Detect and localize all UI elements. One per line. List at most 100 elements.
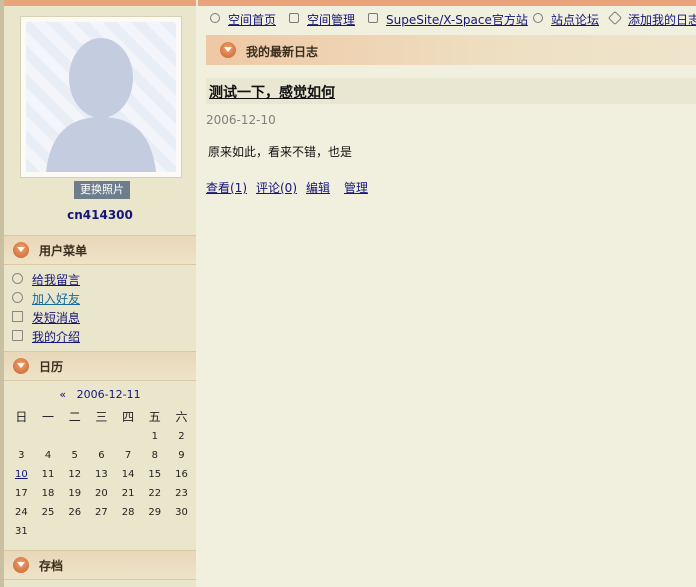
latest-blog-header: 我的最新日志 bbox=[206, 35, 696, 65]
calendar-header: 日历 bbox=[4, 351, 196, 381]
calendar-day: 7 bbox=[124, 450, 132, 461]
comment-link[interactable]: 评论(0) bbox=[256, 179, 297, 196]
top-navigation: 空间首页 空间管理 SupeSite/X-Space官方站 站点论坛 添加我的日… bbox=[198, 0, 696, 32]
avatar-frame bbox=[20, 16, 182, 178]
calendar-day: 6 bbox=[98, 450, 105, 461]
calendar-day: 26 bbox=[68, 507, 82, 518]
calendar-day: 31 bbox=[14, 526, 28, 537]
calendar-day: 19 bbox=[68, 488, 82, 499]
calendar-day: 3 bbox=[18, 450, 25, 461]
calendar-day bbox=[61, 522, 88, 541]
collapse-arrow-icon[interactable] bbox=[13, 557, 29, 573]
user-menu-title: 用户菜单 bbox=[39, 244, 88, 258]
calendar-day: 9 bbox=[178, 450, 185, 461]
username-link[interactable]: cn414300 bbox=[4, 208, 196, 222]
collapse-arrow-icon[interactable] bbox=[220, 42, 236, 58]
calendar-day: 21 bbox=[121, 488, 135, 499]
nav-label[interactable]: 空间首页 bbox=[228, 11, 276, 28]
calendar-day-link[interactable]: 10 bbox=[8, 465, 35, 484]
view-link[interactable]: 查看(1) bbox=[206, 179, 247, 196]
id-card-icon bbox=[12, 330, 23, 341]
calendar-day: 15 bbox=[148, 469, 162, 480]
calendar-day bbox=[168, 522, 195, 541]
calendar-day: 30 bbox=[175, 507, 188, 518]
calendar-weekday: 五 bbox=[148, 410, 161, 424]
menu-item-label[interactable]: 加入好友 bbox=[32, 290, 80, 307]
calendar-day: 22 bbox=[148, 488, 162, 499]
calendar-day: 1 bbox=[151, 431, 158, 442]
speech-bubble-icon bbox=[12, 273, 23, 284]
tools-icon bbox=[289, 13, 299, 23]
post-title-row: 测试一下，感觉如何 bbox=[206, 78, 696, 104]
calendar-week-row: 17 18 19 20 21 22 23 bbox=[8, 484, 195, 503]
nav-label[interactable]: SupeSite/X-Space官方站 bbox=[386, 11, 528, 28]
post-title-link[interactable]: 测试一下，感觉如何 bbox=[209, 82, 335, 102]
calendar-week-row: 12 bbox=[8, 427, 195, 446]
menu-item-label[interactable]: 给我留言 bbox=[32, 271, 80, 288]
calendar-day: 25 bbox=[41, 507, 55, 518]
calendar-day: 29 bbox=[148, 507, 162, 518]
calendar-day bbox=[35, 427, 62, 446]
manage-link[interactable]: 管理 bbox=[344, 179, 368, 196]
collapse-arrow-icon[interactable] bbox=[13, 242, 29, 258]
add-friend-icon bbox=[12, 292, 23, 303]
archive-header: 存档 bbox=[4, 550, 196, 580]
archive-title: 存档 bbox=[39, 559, 64, 573]
collapse-arrow-icon[interactable] bbox=[13, 358, 29, 374]
calendar-day: 18 bbox=[41, 488, 55, 499]
calendar-week-row: 31 bbox=[8, 522, 195, 541]
calendar-day bbox=[61, 427, 88, 446]
calendar-weekday: 三 bbox=[95, 410, 108, 424]
calendar-title: 日历 bbox=[39, 360, 64, 374]
calendar-weekday: 一 bbox=[42, 410, 55, 424]
sidebar: 更换照片 cn414300 用户菜单 给我留言 加入好友 发短消息 我的介绍 日… bbox=[0, 0, 196, 587]
sidebar-top-accent bbox=[4, 0, 196, 6]
calendar-day bbox=[35, 522, 62, 541]
calendar-day: 2 bbox=[178, 431, 185, 442]
calendar-day: 24 bbox=[14, 507, 28, 518]
calendar-day: 5 bbox=[71, 450, 78, 461]
menu-item-label[interactable]: 我的介绍 bbox=[32, 328, 80, 345]
calendar-day: 28 bbox=[121, 507, 135, 518]
user-menu-header: 用户菜单 bbox=[4, 235, 196, 265]
calendar-nav: « 2006-12-11 bbox=[4, 388, 196, 401]
calendar-day: 11 bbox=[41, 469, 55, 480]
nav-label[interactable]: 空间管理 bbox=[307, 11, 355, 28]
nav-label[interactable]: 站点论坛 bbox=[551, 11, 599, 28]
calendar-current-date: 2006-12-11 bbox=[76, 388, 141, 401]
forum-bubble-icon bbox=[533, 13, 543, 23]
calendar-day: 4 bbox=[44, 450, 52, 461]
avatar bbox=[26, 22, 176, 172]
calendar-weekday: 四 bbox=[122, 410, 135, 424]
edit-link[interactable]: 编辑 bbox=[306, 179, 330, 196]
calendar-day: 16 bbox=[175, 469, 188, 480]
calendar-weekday-row: 日一二三四五六 bbox=[8, 408, 195, 427]
calendar-prev-link[interactable]: « bbox=[59, 388, 66, 401]
calendar-day: 27 bbox=[95, 507, 108, 518]
post-date: 2006-12-10 bbox=[206, 113, 276, 127]
calendar-day: 8 bbox=[151, 450, 158, 461]
calendar-day: 23 bbox=[175, 488, 188, 499]
calendar-day: 12 bbox=[68, 469, 82, 480]
calendar-weekday: 二 bbox=[68, 410, 81, 424]
calendar-grid: 日一二三四五六 1 2 3 4 5 6 7 8 9 10 11 12 13 14 15 16 17 18 19 20 2… bbox=[8, 408, 195, 541]
calendar-day: 13 bbox=[95, 469, 108, 480]
calendar-day bbox=[88, 427, 115, 446]
calendar-week-row: 24 25 26 27 28 29 30 bbox=[8, 503, 195, 522]
person-icon bbox=[210, 13, 220, 23]
change-photo-button[interactable]: 更换照片 bbox=[74, 181, 130, 199]
post-body: 原来如此，看来不错，也是 bbox=[208, 145, 353, 159]
calendar-day bbox=[141, 522, 168, 541]
calendar-weekday: 日 bbox=[15, 410, 28, 424]
calendar-week-row: 3 4 5 6 7 8 9 bbox=[8, 446, 195, 465]
calendar-day bbox=[8, 427, 35, 446]
calendar-weekday: 六 bbox=[175, 410, 188, 424]
nav-label[interactable]: 添加我的日志 bbox=[628, 11, 696, 28]
calendar-day: 14 bbox=[121, 469, 135, 480]
calendar-day bbox=[115, 427, 142, 446]
calendar-day bbox=[115, 522, 142, 541]
menu-item-label[interactable]: 发短消息 bbox=[32, 309, 80, 326]
pencil-icon bbox=[607, 10, 623, 26]
home-icon bbox=[368, 13, 378, 23]
envelope-icon bbox=[12, 311, 23, 322]
